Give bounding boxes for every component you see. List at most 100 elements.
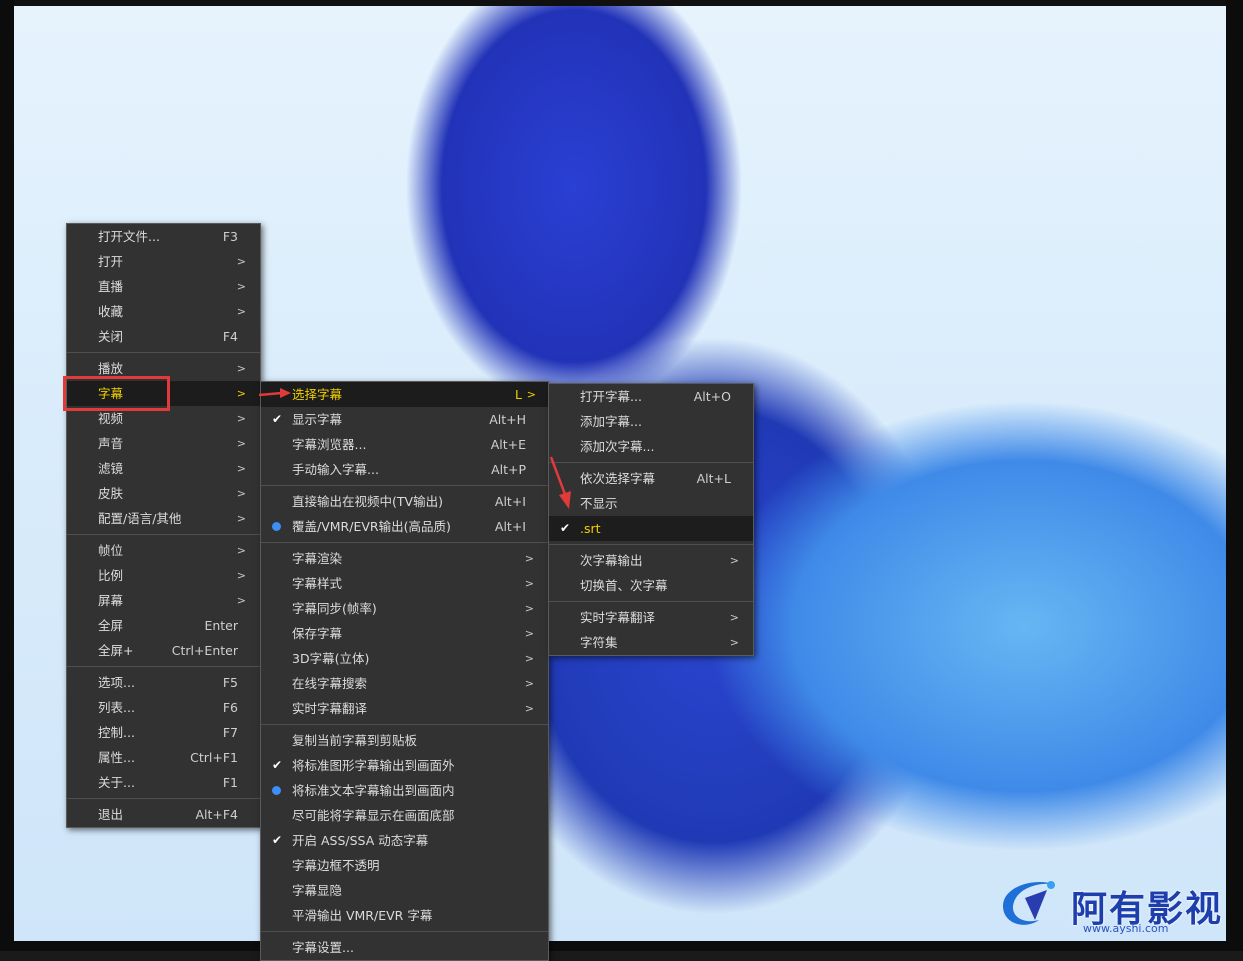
main-menu-item-label: 收藏 (98, 304, 124, 319)
subtitle-menu-item-label: 保存字幕 (292, 626, 343, 641)
select-menu-item-label: 字符集 (580, 635, 618, 650)
chevron-right-icon: > (236, 280, 246, 293)
chevron-right-icon: > (236, 462, 246, 475)
subtitle-menu-item[interactable]: 复制当前字幕到剪贴板 (261, 728, 548, 753)
subtitle-menu-item-label: 直接输出在视频中(TV输出) (292, 494, 443, 509)
subtitle-menu-item[interactable]: 字幕同步(帧率) > (261, 596, 548, 621)
subtitle-menu-item[interactable]: 直接输出在视频中(TV输出) Alt+I (261, 489, 548, 514)
subtitle-menu-item-label: 开启 ASS/SSA 动态字幕 (292, 833, 429, 848)
select-menu-item[interactable]: 添加字幕... (549, 409, 753, 434)
main-menu-item-label: 声音 (98, 436, 124, 451)
main-menu-item[interactable]: 配置/语言/其他 > (67, 506, 260, 531)
main-menu-item[interactable]: 全屏 Enter (67, 613, 260, 638)
select-menu-item[interactable]: 字符集 > (549, 630, 753, 655)
subtitle-menu-item[interactable]: 手动输入字幕... Alt+P (261, 457, 548, 482)
select-menu-item[interactable]: 次字幕输出 > (549, 548, 753, 573)
select-menu-item[interactable]: 不显示 (549, 491, 753, 516)
select-menu-item[interactable]: 依次选择字幕 Alt+L (549, 466, 753, 491)
subtitle-menu-item[interactable]: 字幕渲染 > (261, 546, 548, 571)
main-menu-item-shortcut: Enter (204, 618, 238, 633)
right-border (1226, 0, 1243, 951)
select-menu-item[interactable]: 切换首、次字幕 (549, 573, 753, 598)
main-menu-item[interactable]: 关闭 F4 (67, 324, 260, 349)
chevron-right-icon: > (524, 677, 534, 690)
main-menu-item-label: 打开 (98, 254, 124, 269)
subtitle-menu-item-label: 字幕浏览器... (292, 437, 367, 452)
main-menu-item[interactable]: 皮肤 > (67, 481, 260, 506)
main-menu-item[interactable]: 关于... F1 (67, 770, 260, 795)
subtitle-menu-item[interactable]: 选择字幕 L > (261, 382, 548, 407)
subtitle-menu-item[interactable]: 字幕设置... (261, 935, 548, 960)
main-menu-item[interactable]: 声音 > (67, 431, 260, 456)
main-menu-item[interactable]: 直播 > (67, 274, 260, 299)
main-menu-separator (67, 534, 260, 535)
main-menu-item-label: 打开文件... (98, 229, 160, 244)
chevron-right-icon: > (524, 627, 534, 640)
subtitle-menu-item[interactable]: ✔ 将标准图形字幕输出到画面外 (261, 753, 548, 778)
select-menu-item[interactable]: 打开字幕... Alt+O (549, 384, 753, 409)
main-menu-item[interactable]: 屏幕 > (67, 588, 260, 613)
select-menu-item[interactable]: 实时字幕翻译 > (549, 605, 753, 630)
subtitle-menu-item[interactable]: 尽可能将字幕显示在画面底部 (261, 803, 548, 828)
subtitle-menu-item-label: 手动输入字幕... (292, 462, 379, 477)
chevron-right-icon: > (729, 611, 739, 624)
main-menu-item-label: 皮肤 (98, 486, 124, 501)
select-menu-separator (549, 544, 753, 545)
main-menu-item[interactable]: 帧位 > (67, 538, 260, 563)
chevron-right-icon: > (236, 255, 246, 268)
subtitle-menu-item[interactable]: 实时字幕翻译 > (261, 696, 548, 721)
main-menu-item-label: 列表... (98, 700, 135, 715)
main-menu-item[interactable]: 控制... F7 (67, 720, 260, 745)
main-menu-item[interactable]: 打开文件... F3 (67, 224, 260, 249)
subtitle-menu-item[interactable]: 3D字幕(立体) > (261, 646, 548, 671)
select-menu-item-label: 次字幕输出 (580, 553, 643, 568)
chevron-right-icon: > (524, 702, 534, 715)
subtitle-menu-item-label: 选择字幕 (292, 387, 343, 402)
main-menu-item-label: 选项... (98, 675, 135, 690)
subtitle-menu-separator (261, 724, 548, 725)
subtitle-menu-item[interactable]: 字幕浏览器... Alt+E (261, 432, 548, 457)
chevron-right-icon: > (236, 594, 246, 607)
subtitle-menu-item-shortcut: Alt+P (491, 462, 526, 477)
select-menu-item[interactable]: 添加次字幕... (549, 434, 753, 459)
main-menu-item[interactable]: 列表... F6 (67, 695, 260, 720)
subtitle-menu-item[interactable]: 覆盖/VMR/EVR输出(高品质) Alt+I (261, 514, 548, 539)
subtitle-menu-item-label: 字幕样式 (292, 576, 343, 591)
main-menu-item-label: 屏幕 (98, 593, 124, 608)
main-menu-item[interactable]: 属性... Ctrl+F1 (67, 745, 260, 770)
main-menu-item[interactable]: 比例 > (67, 563, 260, 588)
main-menu-item-label: 滤镜 (98, 461, 124, 476)
chevron-right-icon: > (236, 362, 246, 375)
main-menu-item[interactable]: 滤镜 > (67, 456, 260, 481)
main-menu-item-label: 全屏 (98, 618, 124, 633)
main-menu-item[interactable]: 全屏+ Ctrl+Enter (67, 638, 260, 663)
main-menu-item[interactable]: 选项... F5 (67, 670, 260, 695)
annotation-arrow-down-icon (549, 456, 571, 509)
main-menu-item[interactable]: 退出 Alt+F4 (67, 802, 260, 827)
chevron-right-icon: > (236, 305, 246, 318)
subtitle-menu-item[interactable]: 保存字幕 > (261, 621, 548, 646)
subtitle-menu-item[interactable]: ✔ 显示字幕 Alt+H (261, 407, 548, 432)
select-menu-item-shortcut: Alt+L (696, 471, 731, 486)
watermark-url: www.ayshi.com (1083, 922, 1169, 935)
left-border (0, 0, 14, 951)
select-menu-item-label: 实时字幕翻译 (580, 610, 656, 625)
main-menu-item-label: 配置/语言/其他 (98, 511, 182, 526)
subtitle-menu-item[interactable]: 平滑输出 VMR/EVR 字幕 (261, 903, 548, 928)
main-menu-item-shortcut: F4 (222, 329, 238, 344)
main-menu-item[interactable]: 收藏 > (67, 299, 260, 324)
main-menu-item-shortcut: F5 (222, 675, 238, 690)
main-menu-item[interactable]: 打开 > (67, 249, 260, 274)
select-menu-item-shortcut: Alt+O (693, 389, 731, 404)
subtitle-menu-item[interactable]: 将标准文本字幕输出到画面内 (261, 778, 548, 803)
subtitle-menu-item-label: 复制当前字幕到剪贴板 (292, 733, 418, 748)
subtitle-menu-item[interactable]: 字幕边框不透明 (261, 853, 548, 878)
subtitle-menu-item[interactable]: 字幕样式 > (261, 571, 548, 596)
subtitle-menu-separator (261, 485, 548, 486)
subtitle-menu-item[interactable]: 在线字幕搜索 > (261, 671, 548, 696)
subtitle-menu-item[interactable]: ✔ 开启 ASS/SSA 动态字幕 (261, 828, 548, 853)
select-menu-separator (549, 462, 753, 463)
subtitle-menu-item[interactable]: 字幕显隐 (261, 878, 548, 903)
select-menu-item[interactable]: ✔ .srt (549, 516, 753, 541)
subtitle-menu-item-label: 将标准图形字幕输出到画面外 (292, 758, 455, 773)
